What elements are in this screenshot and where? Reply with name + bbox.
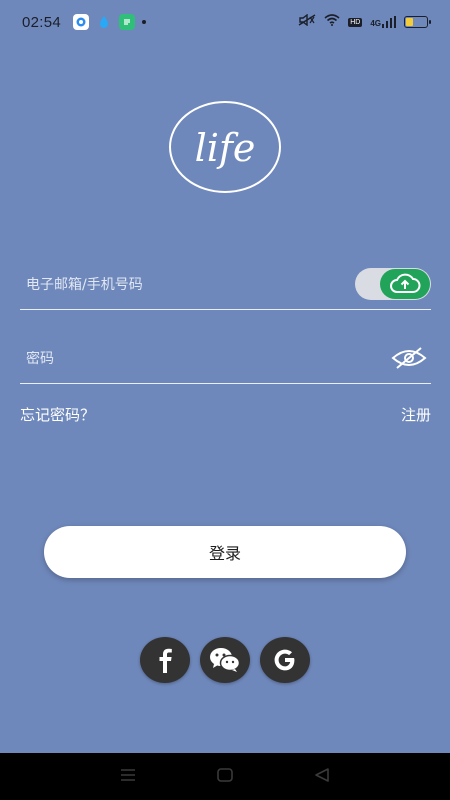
- droplet-icon: [96, 14, 112, 30]
- cloud-sync-toggle[interactable]: [355, 268, 431, 300]
- wechat-login-button[interactable]: [200, 637, 250, 683]
- facebook-icon: [159, 648, 172, 673]
- account-field: [20, 260, 431, 310]
- cloud-upload-icon: [390, 273, 421, 293]
- signal-icon: 4G: [370, 16, 396, 28]
- login-button[interactable]: 登录: [44, 526, 406, 578]
- register-link[interactable]: 注册: [401, 404, 431, 425]
- status-bar: 02:54 HD 4G: [0, 0, 450, 44]
- home-icon[interactable]: [216, 767, 234, 787]
- logo-text: life: [195, 126, 256, 170]
- wechat-icon: [210, 648, 241, 672]
- system-icons: HD 4G: [298, 13, 431, 30]
- notification-icons: [73, 14, 147, 30]
- account-input[interactable]: [20, 276, 340, 293]
- eye-off-icon[interactable]: [391, 346, 427, 374]
- battery-icon: [404, 16, 431, 28]
- back-icon[interactable]: [313, 767, 331, 787]
- wifi-icon: [324, 14, 340, 30]
- notification-dot: [142, 20, 147, 24]
- forgot-password-link[interactable]: 忘记密码？: [20, 404, 95, 425]
- battery-level: [406, 18, 413, 26]
- app-icon-green: [119, 14, 136, 30]
- system-nav-bar: [0, 753, 450, 800]
- google-icon: [274, 649, 295, 671]
- facebook-login-button[interactable]: [140, 637, 190, 683]
- google-login-button[interactable]: [260, 637, 310, 683]
- menu-icon[interactable]: [119, 767, 137, 786]
- password-input[interactable]: [20, 350, 340, 367]
- password-field: [20, 334, 431, 384]
- social-login-row: [0, 637, 450, 683]
- network-type-label: 4G: [370, 19, 381, 28]
- app-logo: life: [168, 100, 282, 194]
- toggle-knob: [380, 269, 430, 299]
- mute-icon: [298, 13, 316, 30]
- hd-icon: HD: [348, 17, 363, 27]
- status-time: 02:54: [22, 13, 62, 31]
- app-icon-blue: [73, 14, 90, 30]
